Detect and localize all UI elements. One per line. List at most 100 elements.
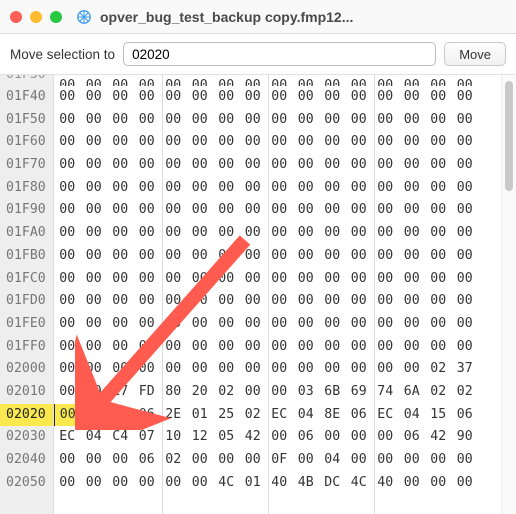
hex-byte[interactable]: 00	[452, 472, 479, 495]
hex-byte[interactable]: 00	[266, 109, 293, 132]
hex-byte[interactable]: 00	[452, 109, 479, 132]
hex-byte[interactable]: 00	[81, 131, 108, 154]
hex-byte[interactable]: 00	[107, 75, 134, 86]
hex-byte[interactable]: 00	[240, 290, 267, 313]
hex-byte[interactable]: 00	[372, 131, 399, 154]
hex-byte[interactable]: 00	[134, 86, 161, 109]
hex-byte[interactable]: 00	[160, 154, 187, 177]
hex-byte[interactable]: 00	[266, 358, 293, 381]
hex-byte[interactable]: 00	[319, 109, 346, 132]
hex-byte[interactable]: 00	[319, 313, 346, 336]
hex-byte[interactable]: 00	[372, 245, 399, 268]
hex-byte[interactable]: 00	[160, 290, 187, 313]
hex-byte[interactable]: 00	[425, 177, 452, 200]
hex-byte[interactable]: 00	[54, 245, 81, 268]
hex-byte[interactable]: 00	[187, 86, 214, 109]
hex-byte[interactable]: 00	[399, 268, 426, 291]
hex-byte[interactable]: 00	[399, 449, 426, 472]
hex-byte[interactable]: 00	[293, 358, 320, 381]
hex-byte[interactable]: 00	[452, 222, 479, 245]
hex-byte[interactable]: 00	[319, 86, 346, 109]
hex-byte[interactable]: 00	[81, 109, 108, 132]
hex-byte[interactable]: 00	[372, 449, 399, 472]
hex-byte[interactable]: 00	[107, 268, 134, 291]
hex-byte[interactable]: 00	[160, 109, 187, 132]
hex-byte[interactable]: 00	[372, 75, 399, 86]
hex-byte[interactable]: 00	[452, 177, 479, 200]
hex-byte[interactable]: 6B	[319, 381, 346, 404]
hex-byte[interactable]: 25	[213, 404, 240, 427]
hex-byte[interactable]: 00	[134, 154, 161, 177]
hex-byte[interactable]: 00	[425, 313, 452, 336]
hex-byte[interactable]: 00	[240, 75, 267, 86]
hex-byte[interactable]: 00	[160, 199, 187, 222]
hex-byte[interactable]: 00	[372, 313, 399, 336]
hex-byte[interactable]: FD	[134, 381, 161, 404]
hex-byte[interactable]: 15	[425, 404, 452, 427]
hex-byte[interactable]: 00	[81, 268, 108, 291]
hex-byte[interactable]: 00	[425, 472, 452, 495]
hex-byte[interactable]: 00	[346, 222, 373, 245]
hex-byte[interactable]: 00	[399, 222, 426, 245]
hex-byte[interactable]: 00	[213, 449, 240, 472]
hex-byte[interactable]: 00	[160, 222, 187, 245]
hex-byte[interactable]: EC	[372, 404, 399, 427]
hex-byte[interactable]: 00	[160, 268, 187, 291]
hex-byte[interactable]: 02	[425, 381, 452, 404]
hex-byte[interactable]: 00	[107, 472, 134, 495]
hex-byte[interactable]: 00	[160, 358, 187, 381]
hex-byte[interactable]: 06	[134, 404, 161, 427]
hex-byte[interactable]: 00	[452, 154, 479, 177]
hex-byte[interactable]: 00	[399, 109, 426, 132]
hex-byte[interactable]: 00	[266, 199, 293, 222]
hex-byte[interactable]: 00	[81, 404, 108, 427]
hex-byte[interactable]: 00	[134, 245, 161, 268]
hex-byte[interactable]: 00	[213, 177, 240, 200]
hex-byte[interactable]: 00	[372, 426, 399, 449]
hex-byte[interactable]: 00	[213, 313, 240, 336]
hex-byte[interactable]: 00	[213, 109, 240, 132]
hex-byte[interactable]: 00	[372, 222, 399, 245]
hex-byte[interactable]: 00	[240, 245, 267, 268]
zoom-icon[interactable]	[50, 11, 62, 23]
hex-byte[interactable]: 00	[107, 222, 134, 245]
hex-byte[interactable]: 00	[452, 86, 479, 109]
hex-byte[interactable]: 00	[54, 131, 81, 154]
hex-byte[interactable]: 40	[372, 472, 399, 495]
hex-byte[interactable]: 00	[266, 426, 293, 449]
hex-byte[interactable]: 00	[240, 336, 267, 359]
hex-byte[interactable]: 00	[134, 358, 161, 381]
hex-byte[interactable]: 00	[187, 75, 214, 86]
hex-byte[interactable]: 00	[81, 381, 108, 404]
hex-byte[interactable]: 00	[319, 336, 346, 359]
hex-byte[interactable]: 00	[81, 472, 108, 495]
hex-byte[interactable]: 00	[187, 290, 214, 313]
hex-byte[interactable]: 00	[160, 313, 187, 336]
hex-byte[interactable]: 74	[372, 381, 399, 404]
hex-byte[interactable]: 00	[54, 86, 81, 109]
hex-byte[interactable]: 00	[399, 336, 426, 359]
hex-byte[interactable]: 00	[107, 358, 134, 381]
hex-byte[interactable]: 00	[452, 336, 479, 359]
hex-byte[interactable]: 90	[452, 426, 479, 449]
hex-byte[interactable]: 00	[240, 199, 267, 222]
hex-byte[interactable]: 00	[372, 109, 399, 132]
hex-byte[interactable]: 00	[54, 358, 81, 381]
hex-byte[interactable]: 00	[452, 449, 479, 472]
hex-byte[interactable]: 00	[399, 199, 426, 222]
hex-byte[interactable]: 00	[107, 177, 134, 200]
hex-byte[interactable]: 00	[81, 245, 108, 268]
hex-byte[interactable]: 0F	[266, 449, 293, 472]
hex-byte[interactable]: 00	[399, 75, 426, 86]
hex-byte[interactable]: 00	[293, 222, 320, 245]
hex-byte[interactable]: 00	[187, 177, 214, 200]
hex-byte[interactable]: 00	[54, 290, 81, 313]
hex-byte[interactable]: 00	[187, 449, 214, 472]
hex-byte[interactable]: 00	[107, 86, 134, 109]
hex-byte[interactable]: 00	[319, 131, 346, 154]
hex-byte[interactable]: 00	[54, 472, 81, 495]
hex-byte[interactable]: 00	[213, 86, 240, 109]
hex-byte[interactable]: 00	[54, 381, 81, 404]
hex-byte[interactable]: 00	[81, 75, 108, 86]
hex-byte[interactable]: 00	[187, 268, 214, 291]
